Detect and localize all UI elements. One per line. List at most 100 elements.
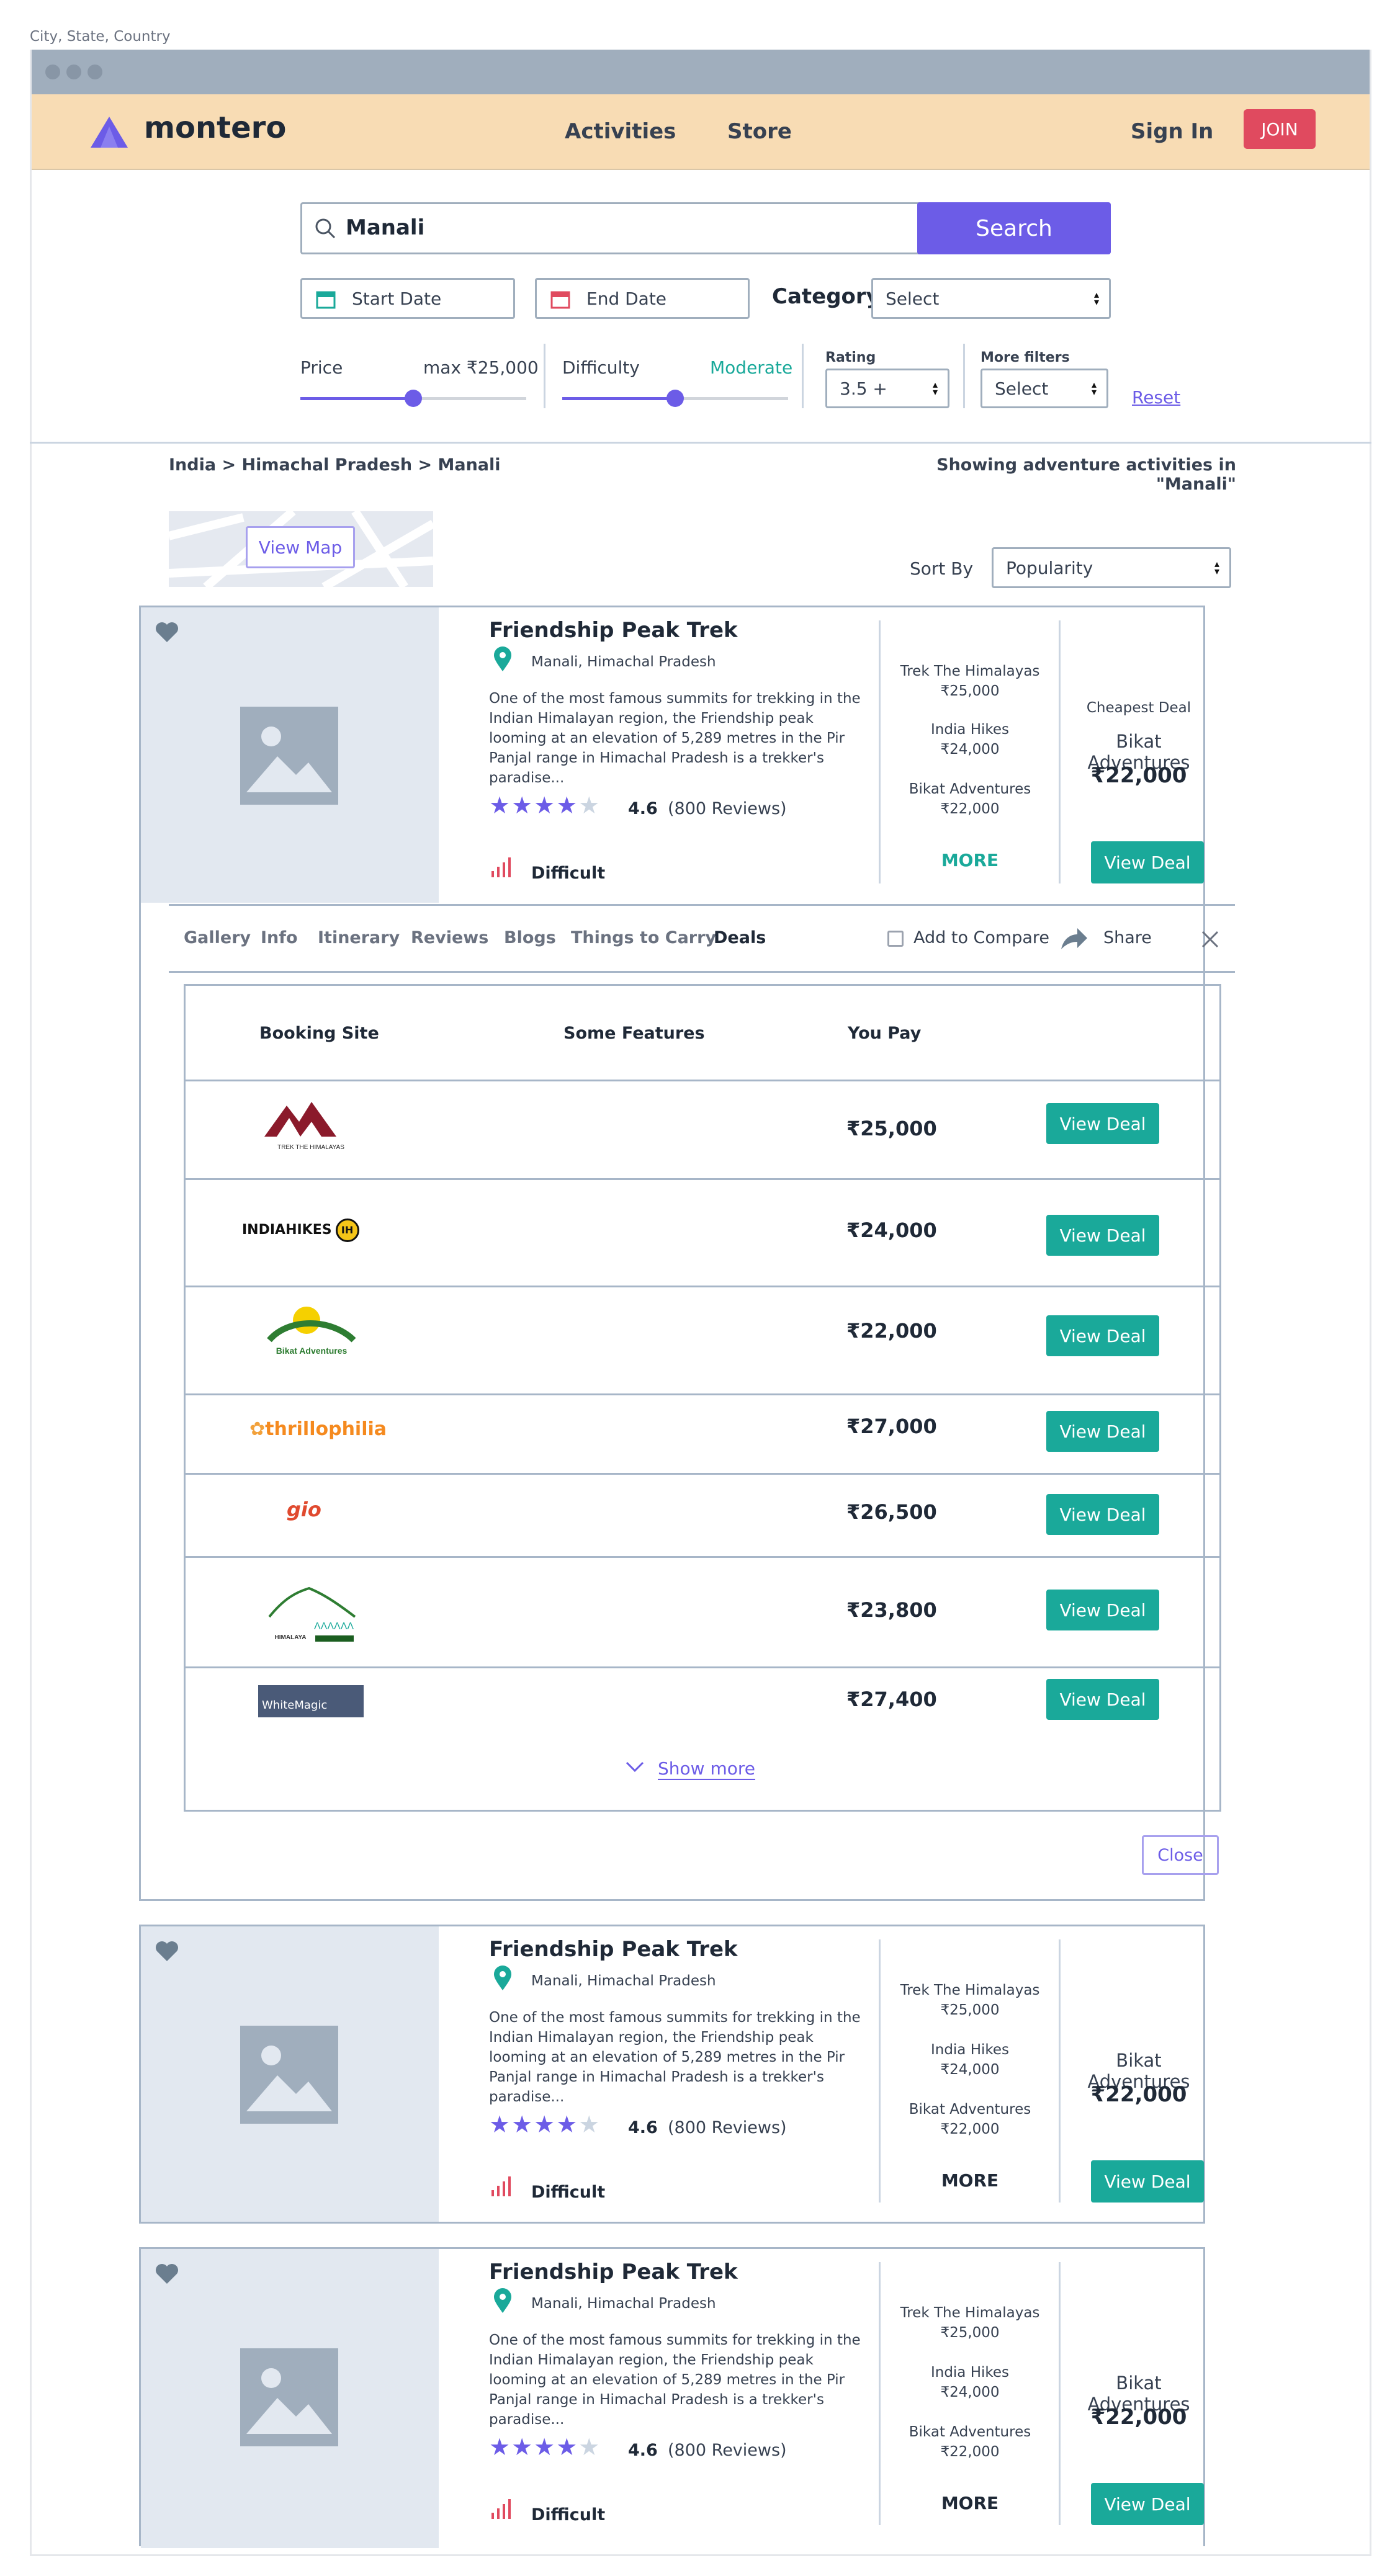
view-deal-button[interactable]: View Deal — [1091, 2483, 1204, 2525]
view-deal-button[interactable]: View Deal — [1046, 1590, 1159, 1630]
more-offers-link[interactable]: MORE — [881, 850, 1059, 870]
card-divider — [1059, 2262, 1061, 2525]
view-deal-button[interactable]: View Deal — [1046, 1103, 1159, 1144]
reset-link[interactable]: Reset — [1132, 387, 1180, 408]
review-count[interactable]: (800 Reviews) — [668, 2118, 787, 2137]
svg-text:HIMALAYA: HIMALAYA — [275, 1634, 307, 1641]
activity-title[interactable]: Friendship Peak Trek — [489, 1937, 738, 1962]
rating-value: 3.5 + — [840, 378, 887, 399]
compare-checkbox[interactable] — [887, 931, 904, 947]
sort-select[interactable]: Popularity ▴ ▾ — [992, 547, 1231, 588]
tabs-divider — [169, 904, 1235, 906]
activity-image[interactable] — [141, 1926, 439, 2222]
rating-select[interactable]: 3.5 + ▴ ▾ — [825, 369, 949, 408]
sort-value: Popularity — [1006, 557, 1093, 578]
activity-title[interactable]: Friendship Peak Trek — [489, 2260, 738, 2284]
brand-name[interactable]: montero — [144, 110, 286, 145]
location-pin-icon — [494, 646, 511, 671]
more-offers-link[interactable]: MORE — [881, 2170, 1059, 2191]
offer-item[interactable]: Trek The Himalayas ₹25,000 — [881, 661, 1059, 701]
offer-item[interactable]: Bikat Adventures ₹22,000 — [881, 2100, 1059, 2139]
difficulty-bars-icon — [491, 857, 511, 877]
trek-the-himalayas-logo: TREK THE HIMALAYAS — [264, 1102, 344, 1151]
deal-price: ₹24,000 — [846, 1219, 937, 1242]
window-dot[interactable] — [88, 65, 102, 79]
tab-itinerary[interactable]: Itinerary — [318, 928, 400, 947]
view-deal-button[interactable]: View Deal — [1091, 841, 1204, 883]
select-caret-icon: ▴ ▾ — [1214, 558, 1219, 577]
window-dot[interactable] — [66, 65, 81, 79]
category-select[interactable]: Select ▴ ▾ — [871, 278, 1111, 319]
nav-activities[interactable]: Activities — [565, 119, 676, 144]
search-input[interactable]: Manali — [300, 202, 933, 254]
close-button[interactable]: Close — [1142, 1835, 1219, 1875]
price-slider-handle[interactable] — [405, 390, 422, 407]
bikat-adventures-logo: Bikat Adventures — [267, 1307, 356, 1356]
offer-item[interactable]: Trek The Himalayas ₹25,000 — [881, 1980, 1059, 2020]
window-dot[interactable] — [45, 65, 60, 79]
rating-stars: ★★★★★ — [489, 2111, 601, 2138]
view-deal-button[interactable]: View Deal — [1046, 1679, 1159, 1720]
share-icon[interactable] — [1060, 927, 1088, 950]
more-filters-select[interactable]: Select ▴ ▾ — [980, 369, 1108, 408]
more-offers-link[interactable]: MORE — [881, 2493, 1059, 2513]
montero-logo-icon[interactable] — [89, 115, 129, 149]
difficulty-slider-handle[interactable] — [666, 390, 684, 407]
filter-divider — [544, 344, 545, 408]
end-date-field[interactable]: End Date — [535, 278, 750, 319]
view-deal-button[interactable]: View Deal — [1046, 1411, 1159, 1452]
nav-store[interactable]: Store — [727, 119, 792, 144]
nav-sign-in[interactable]: Sign In — [1131, 119, 1213, 144]
tab-deals[interactable]: Deals — [714, 928, 766, 947]
cheapest-deal-price: ₹22,000 — [1090, 2405, 1187, 2430]
share-label[interactable]: Share — [1103, 928, 1152, 947]
tab-info[interactable]: Info — [261, 928, 298, 947]
image-placeholder-icon — [240, 707, 338, 805]
location-pin-icon — [494, 1966, 511, 1990]
calendar-icon — [316, 291, 336, 309]
review-count[interactable]: (800 Reviews) — [668, 2441, 787, 2460]
row-divider — [184, 1473, 1221, 1475]
join-button[interactable]: JOIN — [1244, 109, 1316, 149]
chevron-down-icon[interactable] — [626, 1761, 644, 1773]
row-divider — [184, 1178, 1221, 1180]
view-deal-button[interactable]: View Deal — [1046, 1315, 1159, 1356]
breadcrumb[interactable]: India > Himachal Pradesh > Manali — [169, 455, 501, 475]
heart-icon[interactable] — [155, 621, 179, 643]
offer-item[interactable]: Bikat Adventures ₹22,000 — [881, 779, 1059, 819]
activity-description: One of the most famous summits for trekk… — [489, 691, 861, 786]
activity-image[interactable] — [141, 607, 439, 903]
price-max: max ₹25,000 — [423, 357, 539, 378]
offer-item[interactable]: Trek The Himalayas ₹25,000 — [881, 2303, 1059, 2343]
offer-item[interactable]: Bikat Adventures ₹22,000 — [881, 2422, 1059, 2462]
location-label: City, State, Country — [30, 29, 171, 45]
tab-blogs[interactable]: Blogs — [504, 928, 556, 947]
card-divider — [1059, 1939, 1061, 2203]
offer-item[interactable]: India Hikes ₹24,000 — [881, 2363, 1059, 2402]
rating-label: Rating — [825, 350, 876, 365]
heart-icon[interactable] — [155, 1940, 179, 1962]
show-more-link[interactable]: Show more — [658, 1758, 755, 1780]
tab-gallery[interactable]: Gallery — [184, 928, 251, 947]
start-date-field[interactable]: Start Date — [300, 278, 515, 319]
table-header: Some Features — [563, 1024, 705, 1043]
search-button[interactable]: Search — [917, 202, 1111, 254]
tab-reviews[interactable]: Reviews — [411, 928, 488, 947]
review-count[interactable]: (800 Reviews) — [668, 799, 787, 818]
more-filters-value: Select — [995, 378, 1049, 399]
view-deal-button[interactable]: View Deal — [1091, 2160, 1204, 2203]
view-map-button[interactable]: View Map — [246, 526, 355, 568]
offer-item[interactable]: India Hikes ₹24,000 — [881, 2040, 1059, 2080]
close-icon[interactable] — [1201, 931, 1219, 948]
cheapest-deal-label: Cheapest Deal — [1086, 700, 1191, 716]
results-heading: Showing adventure activities in "Manali" — [936, 455, 1236, 494]
view-deal-button[interactable]: View Deal — [1046, 1215, 1159, 1256]
activity-title[interactable]: Friendship Peak Trek — [489, 618, 738, 643]
activity-image[interactable] — [141, 2249, 439, 2548]
view-deal-button[interactable]: View Deal — [1046, 1494, 1159, 1535]
heart-icon[interactable] — [155, 2263, 179, 2285]
himalaya-logo: ΛΛΛΛΛΛ HIMALAYA — [268, 1586, 356, 1642]
tab-things-to-carry[interactable]: Things to Carry — [571, 928, 716, 947]
offer-item[interactable]: India Hikes ₹24,000 — [881, 720, 1059, 759]
more-filters-label: More filters — [980, 350, 1070, 365]
